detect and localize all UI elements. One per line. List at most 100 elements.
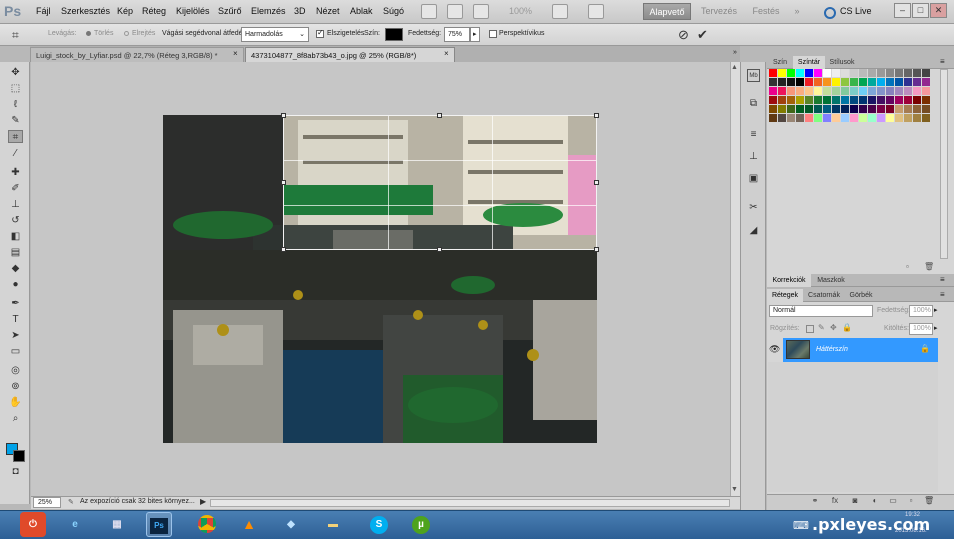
crop-handle-top[interactable] — [437, 113, 442, 118]
opacity-slider-arrow-icon[interactable]: ▸ — [470, 27, 480, 42]
color-swatch[interactable] — [778, 69, 786, 77]
tab-overflow-icon[interactable]: » — [733, 49, 737, 56]
swatches-scrollbar[interactable] — [940, 69, 948, 259]
close-button[interactable]: ✕ — [930, 3, 947, 18]
panel-menu-icon[interactable]: ≡ — [940, 57, 945, 66]
tab-styles[interactable]: Stílusok — [825, 56, 859, 69]
color-swatch[interactable] — [850, 96, 858, 104]
color-swatch[interactable] — [841, 114, 849, 122]
shape-tool-icon[interactable]: ▭ — [8, 345, 23, 358]
quick-mask-icon[interactable]: ◘ — [8, 465, 23, 478]
color-swatch[interactable] — [769, 69, 777, 77]
crop-tool-icon[interactable]: ⌗ — [8, 130, 23, 143]
color-swatch[interactable] — [850, 87, 858, 95]
color-swatch[interactable] — [913, 78, 921, 86]
color-swatch[interactable] — [922, 105, 930, 113]
adjustment-layer-icon[interactable]: ◐ — [870, 496, 880, 506]
color-swatch[interactable] — [823, 87, 831, 95]
color-swatch[interactable] — [787, 114, 795, 122]
fill-input[interactable]: 100% — [909, 323, 933, 335]
hide-radio[interactable] — [124, 31, 129, 36]
shield-color-swatch[interactable] — [385, 28, 403, 41]
color-swatch[interactable] — [805, 105, 813, 113]
tool-presets-panel-icon[interactable]: ✂ — [747, 201, 760, 214]
color-swatch[interactable] — [886, 87, 894, 95]
color-swatch[interactable] — [841, 96, 849, 104]
color-swatch[interactable] — [877, 96, 885, 104]
menu-edit[interactable]: Szerkesztés — [61, 6, 110, 16]
gradient-tool-icon[interactable]: ▤ — [8, 246, 23, 259]
layer-style-icon[interactable]: fx — [830, 496, 840, 506]
utorrent-app-icon[interactable]: µ — [408, 512, 434, 537]
photoshop-app-icon[interactable]: Ps — [146, 512, 172, 537]
color-swatch[interactable] — [769, 87, 777, 95]
color-swatch[interactable] — [904, 96, 912, 104]
color-swatch[interactable] — [778, 87, 786, 95]
color-swatch[interactable] — [895, 114, 903, 122]
new-layer-icon[interactable]: ▫ — [906, 496, 916, 506]
color-swatch[interactable] — [922, 114, 930, 122]
path-select-tool-icon[interactable]: ➤ — [8, 329, 23, 342]
color-swatch[interactable] — [823, 69, 831, 77]
color-swatch[interactable] — [913, 105, 921, 113]
color-swatch[interactable] — [796, 87, 804, 95]
menu-image[interactable]: Kép — [117, 6, 133, 16]
quick-select-tool-icon[interactable]: ✎ — [8, 114, 23, 127]
color-swatch[interactable] — [913, 114, 921, 122]
eyedropper-tool-icon[interactable]: ⁄ — [8, 147, 23, 160]
color-swatch[interactable] — [904, 78, 912, 86]
color-swatch[interactable] — [913, 87, 921, 95]
color-swatch[interactable] — [886, 78, 894, 86]
color-swatch[interactable] — [922, 96, 930, 104]
tab-layers[interactable]: Rétegek — [767, 289, 803, 302]
color-swatch[interactable] — [886, 114, 894, 122]
crop-handle-top-left[interactable] — [281, 113, 286, 118]
link-layers-icon[interactable]: ⚭ — [810, 496, 820, 506]
crop-rectangle[interactable] — [283, 115, 597, 250]
color-swatch[interactable] — [769, 96, 777, 104]
workspace-more-button[interactable]: » — [790, 3, 804, 20]
vertical-scrollbar[interactable] — [730, 62, 740, 496]
character-panel-icon[interactable]: ◢ — [747, 224, 760, 237]
color-swatch[interactable] — [832, 87, 840, 95]
color-swatch[interactable] — [814, 87, 822, 95]
crop-handle-left[interactable] — [281, 180, 286, 185]
color-swatch[interactable] — [814, 105, 822, 113]
blend-mode-select[interactable]: Normál — [769, 305, 873, 317]
color-swatch[interactable] — [814, 78, 822, 86]
color-swatch[interactable] — [868, 96, 876, 104]
opacity-arrow-icon[interactable]: ▸ — [934, 306, 938, 314]
fill-arrow-icon[interactable]: ▸ — [934, 324, 938, 332]
brush-tool-icon[interactable]: ✐ — [8, 182, 23, 195]
color-swatch[interactable] — [823, 78, 831, 86]
color-swatch[interactable] — [904, 105, 912, 113]
color-swatch[interactable] — [859, 105, 867, 113]
hand-tool-icon[interactable]: ✋ — [8, 396, 23, 409]
zoom-tool-icon[interactable]: ⌕ — [8, 412, 23, 425]
color-swatch[interactable] — [850, 69, 858, 77]
lock-pixels-icon[interactable]: ✎ — [818, 323, 825, 332]
color-swatch[interactable] — [796, 105, 804, 113]
close-tab-icon[interactable]: × — [233, 49, 238, 58]
shutdown-app-icon[interactable]: ⏻ — [20, 512, 46, 537]
lock-transparency-icon[interactable] — [806, 325, 814, 333]
clone-stamp-tool-icon[interactable]: ⊥ — [8, 198, 23, 211]
color-swatch[interactable] — [787, 87, 795, 95]
color-swatch[interactable] — [895, 105, 903, 113]
color-swatch[interactable] — [823, 105, 831, 113]
perspective-checkbox[interactable] — [489, 30, 497, 38]
crop-handle-top-right[interactable] — [594, 113, 599, 118]
add-mask-icon[interactable]: ◙ — [850, 496, 860, 506]
shield-checkbox[interactable]: ✓ — [316, 28, 324, 38]
color-swatch[interactable] — [814, 96, 822, 104]
menu-file[interactable]: Fájl — [36, 6, 51, 16]
color-swatch[interactable] — [895, 96, 903, 104]
mini-bridge-icon[interactable] — [447, 4, 463, 19]
screen-mode-icon[interactable] — [588, 4, 604, 19]
color-swatch[interactable] — [904, 114, 912, 122]
color-swatch[interactable] — [823, 114, 831, 122]
restore-button[interactable]: □ — [912, 3, 929, 18]
color-swatch[interactable] — [895, 78, 903, 86]
color-swatch[interactable] — [877, 69, 885, 77]
color-swatch[interactable] — [823, 96, 831, 104]
